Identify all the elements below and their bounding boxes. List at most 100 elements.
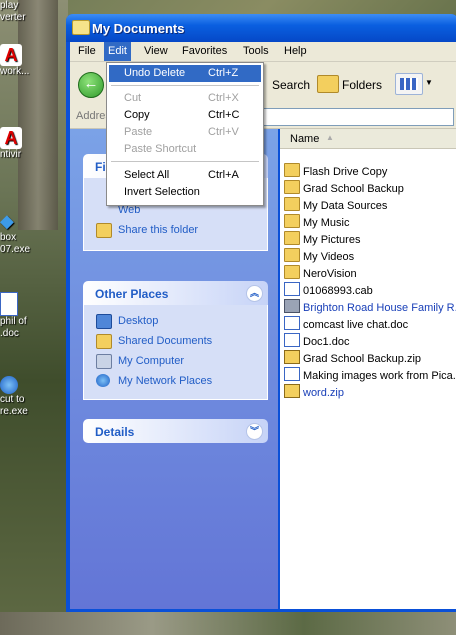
search-button[interactable]: Search bbox=[272, 78, 310, 92]
menu-item-shortcut: Ctrl+A bbox=[208, 169, 239, 181]
file-name: My Data Sources bbox=[303, 200, 388, 212]
name-column-header[interactable]: Name ▲ bbox=[280, 129, 456, 149]
file-name: My Pictures bbox=[303, 234, 361, 246]
list-item[interactable]: NeroVision bbox=[284, 265, 456, 282]
word-doc-icon bbox=[284, 316, 300, 330]
desktop-icon-label: ntivir bbox=[0, 149, 22, 160]
list-item[interactable]: Grad School Backup.zip bbox=[284, 350, 456, 367]
menu-item-cut[interactable]: Cut Ctrl+X bbox=[109, 90, 261, 107]
file-name: 01068993.cab bbox=[303, 285, 373, 297]
music-folder-icon bbox=[284, 214, 300, 228]
list-item[interactable]: My Pictures bbox=[284, 231, 456, 248]
menu-view[interactable]: View bbox=[140, 45, 172, 57]
menu-item-shortcut: Ctrl+V bbox=[208, 126, 239, 138]
menu-item-copy[interactable]: Copy Ctrl+C bbox=[109, 107, 261, 124]
menu-help[interactable]: Help bbox=[280, 45, 311, 57]
document-icon bbox=[0, 292, 18, 316]
folder-icon bbox=[72, 20, 90, 35]
list-item[interactable]: Flash Drive Copy bbox=[284, 163, 456, 180]
back-button[interactable]: ← bbox=[78, 72, 104, 98]
file-name: Grad School Backup bbox=[303, 183, 404, 195]
desktop-icon-media[interactable]: play verter bbox=[0, 0, 66, 24]
list-item[interactable]: My Music bbox=[284, 214, 456, 231]
list-item[interactable]: 01068993.cab bbox=[284, 282, 456, 299]
menu-item-shortcut: Ctrl+Z bbox=[208, 67, 239, 79]
menu-item-select-all[interactable]: Select All Ctrl+A bbox=[109, 167, 261, 184]
desktop-icon-antivirus-2[interactable]: A ntivir bbox=[0, 127, 66, 161]
menu-item-label: Cut bbox=[124, 92, 142, 104]
list-item[interactable]: My Data Sources bbox=[284, 197, 456, 214]
desktop-icon-dropbox[interactable]: ◆ box 07.exe bbox=[0, 210, 66, 256]
desktop-icon-shortcut[interactable]: cut to re.exe bbox=[0, 376, 66, 418]
pictures-folder-icon bbox=[284, 231, 300, 245]
menu-item-invert-selection[interactable]: Invert Selection bbox=[109, 184, 261, 201]
menu-item-label: Select All bbox=[124, 169, 170, 181]
list-item[interactable]: My Videos bbox=[284, 248, 456, 265]
file-name: Brighton Road House Family R... bbox=[303, 302, 456, 314]
list-item[interactable]: Making images work from Pica... bbox=[284, 367, 456, 384]
place-label: Shared Documents bbox=[118, 335, 213, 347]
place-my-network[interactable]: My Network Places bbox=[84, 371, 267, 391]
panel-title: Fi bbox=[95, 160, 106, 174]
menu-item-label: Paste bbox=[124, 126, 153, 138]
list-item[interactable]: comcast live chat.doc bbox=[284, 316, 456, 333]
share-folder-icon bbox=[96, 223, 112, 238]
menu-item-paste[interactable]: Paste Ctrl+V bbox=[109, 124, 261, 141]
place-shared-documents[interactable]: Shared Documents bbox=[84, 331, 267, 351]
videos-folder-icon bbox=[284, 248, 300, 262]
menu-tools[interactable]: Tools bbox=[239, 45, 273, 57]
place-label: My Computer bbox=[118, 355, 185, 367]
antivirus-icon: A bbox=[0, 44, 22, 66]
details-header[interactable]: Details ︾ bbox=[83, 419, 268, 443]
desktop-icon-doc[interactable]: phil of .doc bbox=[0, 292, 66, 340]
folder-icon bbox=[284, 180, 300, 194]
menu-edit[interactable]: Edit bbox=[104, 42, 131, 61]
menu-separator bbox=[111, 161, 259, 162]
menu-item-label: Undo Delete bbox=[124, 67, 186, 79]
views-button[interactable] bbox=[395, 73, 423, 95]
place-desktop[interactable]: Desktop bbox=[84, 311, 267, 331]
menu-item-paste-shortcut[interactable]: Paste Shortcut bbox=[109, 141, 261, 158]
menu-item-label: Copy bbox=[124, 109, 150, 121]
place-label: Desktop bbox=[118, 315, 159, 327]
folders-button[interactable]: Folders bbox=[342, 78, 382, 92]
other-places-header[interactable]: Other Places ︽ bbox=[83, 281, 268, 305]
antivirus-icon: A bbox=[0, 127, 22, 149]
other-places-body: Desktop Shared Documents My Computer My … bbox=[83, 305, 268, 400]
desktop-icon-antivirus[interactable]: A work... bbox=[0, 44, 66, 78]
menu-item-undo-delete[interactable]: Undo Delete Ctrl+Z bbox=[109, 65, 261, 82]
list-item[interactable]: Brighton Road House Family R... bbox=[284, 299, 456, 316]
file-name: NeroVision bbox=[303, 268, 357, 280]
other-places-panel: Other Places ︽ Desktop Shared Documents … bbox=[83, 281, 268, 400]
shared-folder-icon bbox=[96, 334, 112, 349]
menu-file[interactable]: File bbox=[74, 45, 100, 57]
place-label: My Network Places bbox=[118, 375, 213, 387]
details-panel: Details ︾ bbox=[83, 419, 268, 443]
list-item[interactable]: Doc1.doc bbox=[284, 333, 456, 350]
menu-favorites[interactable]: Favorites bbox=[178, 45, 231, 57]
place-my-computer[interactable]: My Computer bbox=[84, 351, 267, 371]
file-name: Doc1.doc bbox=[303, 336, 350, 348]
file-list: Name ▲ Flash Drive Copy Grad School Back… bbox=[280, 129, 456, 609]
tree-trunk bbox=[18, 0, 58, 230]
menu-bar: File Edit View Favorites Tools Help bbox=[70, 42, 456, 62]
title-bar[interactable]: My Documents bbox=[66, 14, 456, 42]
cab-file-icon bbox=[284, 282, 300, 296]
file-name: My Videos bbox=[303, 251, 355, 263]
folder-icon bbox=[284, 163, 300, 177]
list-item[interactable]: Grad School Backup bbox=[284, 180, 456, 197]
chevron-up-icon[interactable]: ︽ bbox=[246, 285, 263, 302]
word-doc-icon bbox=[284, 333, 300, 347]
chevron-down-icon[interactable]: ▼ bbox=[425, 78, 433, 87]
computer-icon bbox=[96, 354, 112, 369]
chevron-down-icon[interactable]: ︾ bbox=[246, 423, 263, 440]
ie-icon bbox=[0, 376, 18, 394]
dropbox-icon: ◆ bbox=[0, 211, 14, 231]
task-share-folder[interactable]: Share this folder bbox=[84, 220, 267, 240]
edit-menu-dropdown: Undo Delete Ctrl+Z Cut Ctrl+X Copy Ctrl+… bbox=[106, 62, 264, 206]
folder-icon bbox=[284, 197, 300, 211]
menu-item-shortcut: Ctrl+X bbox=[208, 92, 239, 104]
file-name: word.zip bbox=[303, 387, 344, 399]
file-name: My Music bbox=[303, 217, 350, 229]
list-item[interactable]: word.zip bbox=[284, 384, 456, 401]
